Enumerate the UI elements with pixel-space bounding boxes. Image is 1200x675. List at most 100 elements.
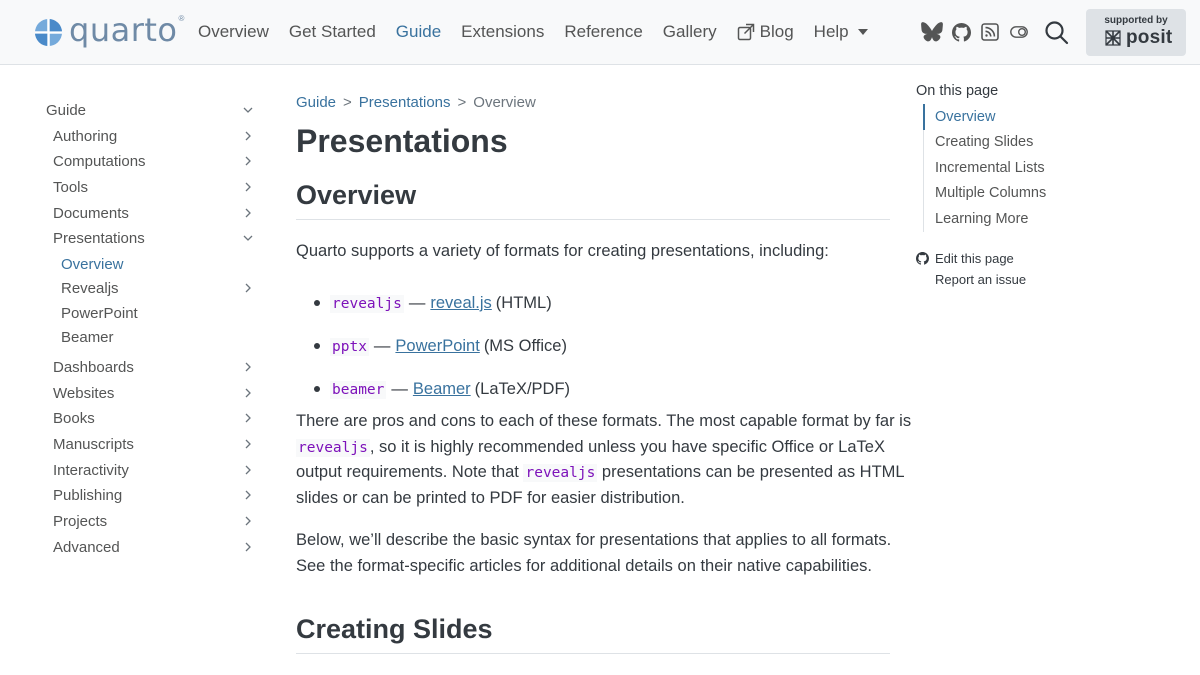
chevron-right-icon — [242, 361, 254, 373]
breadcrumb: Guide > Presentations > Overview — [296, 94, 536, 111]
sidebar-item-guide[interactable]: Guide — [0, 98, 270, 122]
intro-text: Quarto supports a variety of formats for… — [296, 242, 829, 260]
sidebar-item-books[interactable]: Books — [0, 406, 270, 430]
nav-icon-group — [920, 0, 1070, 64]
nav-get-started[interactable]: Get Started — [279, 22, 386, 42]
sidebar-item-label: Projects — [53, 512, 108, 530]
chevron-right-icon — [242, 515, 254, 527]
format-target: (LaTeX/PDF) — [474, 380, 571, 398]
beamer-link[interactable]: Beamer — [413, 380, 471, 399]
syntax-line-1: Below, we’ll describe the basic syntax f… — [296, 531, 892, 549]
format-list: revealjs — reveal.js (HTML) pptx — Power… — [314, 282, 890, 411]
chevron-right-icon — [242, 541, 254, 553]
sidebar-item-projects[interactable]: Projects — [0, 509, 270, 533]
toc-item-incremental-lists[interactable]: Incremental Lists — [923, 155, 1123, 181]
syntax-paragraph: Below, we’ll describe the basic syntax f… — [296, 528, 892, 579]
sidebar-item-beamer[interactable]: Beamer — [0, 325, 270, 349]
list-item: pptx — PowerPoint (MS Office) — [314, 325, 890, 368]
rss-icon[interactable] — [978, 20, 1002, 44]
nav-guide[interactable]: Guide — [386, 22, 451, 42]
main-nav: Overview Get Started Guide Extensions Re… — [188, 0, 878, 64]
pros-line-1: There are pros and cons to each of these… — [296, 412, 912, 430]
sidebar-item-label: PowerPoint — [61, 304, 138, 322]
edit-page-link[interactable]: Edit this page — [916, 248, 1026, 269]
toc-item-creating-slides[interactable]: Creating Slides — [923, 129, 1123, 155]
nav-blog-label: Blog — [759, 22, 794, 41]
caret-down-icon — [857, 29, 868, 35]
external-link-icon — [737, 23, 755, 41]
posit-sponsor-badge[interactable]: supported by posit — [1086, 9, 1186, 56]
chevron-right-icon — [242, 387, 254, 399]
sidebar-item-computations[interactable]: Computations — [0, 149, 270, 173]
nav-help-label: Help — [813, 22, 849, 41]
nav-reference-label: Reference — [564, 22, 643, 41]
sidebar-item-manuscripts[interactable]: Manuscripts — [0, 432, 270, 456]
sidebar-item-label: Publishing — [53, 486, 123, 504]
format-code: revealjs — [330, 294, 404, 313]
nav-blog[interactable]: Blog — [727, 22, 804, 42]
sidebar-item-dashboards[interactable]: Dashboards — [0, 355, 270, 379]
pros-line-2: revealjs, so it is highly recommended un… — [296, 435, 890, 461]
sidebar-item-label: Books — [53, 409, 95, 427]
toc-item-learning-more[interactable]: Learning More — [923, 206, 1123, 232]
sidebar-item-publishing[interactable]: Publishing — [0, 483, 270, 507]
search-icon[interactable] — [1042, 18, 1070, 46]
posit-wordmark: posit — [1126, 27, 1173, 48]
sidebar-item-label: Interactivity — [53, 461, 129, 479]
bullet-dot — [314, 386, 320, 392]
toggle-icon[interactable] — [1007, 20, 1031, 44]
nav-gallery[interactable]: Gallery — [653, 22, 727, 42]
sidebar-item-powerpoint[interactable]: PowerPoint — [0, 301, 270, 325]
sidebar-item-interactivity[interactable]: Interactivity — [0, 458, 270, 482]
toc-item-multiple-columns[interactable]: Multiple Columns — [923, 180, 1123, 206]
toc-item-overview[interactable]: Overview — [923, 104, 1123, 130]
sidebar-item-label: Websites — [53, 384, 115, 402]
chevron-right-icon — [242, 282, 254, 294]
report-issue-link[interactable]: Report an issue — [916, 269, 1026, 290]
chevron-right-icon — [242, 412, 254, 424]
sidebar-item-presentations[interactable]: Presentations — [0, 226, 270, 250]
nav-get-started-label: Get Started — [288, 22, 376, 41]
sidebar-item-revealjs[interactable]: Revealjs — [0, 276, 270, 300]
revealjs-link[interactable]: reveal.js — [430, 294, 491, 313]
intro-paragraph: Quarto supports a variety of formats for… — [296, 239, 890, 265]
top-navbar: quarto ® Overview Get Started Guide Exte… — [0, 0, 1200, 65]
sidebar-item-documents[interactable]: Documents — [0, 201, 270, 225]
nav-overview[interactable]: Overview — [188, 22, 279, 42]
sidebar-item-authoring[interactable]: Authoring — [0, 124, 270, 148]
sidebar-item-advanced[interactable]: Advanced — [0, 535, 270, 559]
nav-extensions-label: Extensions — [461, 22, 545, 41]
quarto-wordmark: quarto — [69, 11, 178, 49]
breadcrumb-guide[interactable]: Guide — [296, 94, 336, 111]
sidebar-item-label: Overview — [61, 255, 124, 273]
toc-list: Overview Creating Slides Incremental Lis… — [923, 104, 1123, 232]
em-dash: — — [408, 294, 426, 312]
edit-page-label: Edit this page — [935, 251, 1014, 266]
bullet-dot — [314, 300, 320, 306]
nav-extensions[interactable]: Extensions — [451, 22, 554, 42]
powerpoint-link[interactable]: PowerPoint — [395, 337, 479, 356]
github-icon[interactable] — [949, 20, 973, 44]
section-heading-overview: Overview — [296, 180, 890, 220]
bullet-dot — [314, 343, 320, 349]
chevron-right-icon — [242, 155, 254, 167]
chevron-right-icon — [242, 489, 254, 501]
sidebar-item-label: Presentations — [53, 229, 145, 247]
chevron-right-icon — [242, 130, 254, 142]
quarto-logo[interactable]: quarto ® — [34, 11, 184, 49]
breadcrumb-presentations[interactable]: Presentations — [359, 94, 451, 111]
sidebar-item-overview[interactable]: Overview — [0, 252, 270, 276]
pros-line-3-a: output requirements. Note that — [296, 463, 519, 481]
sidebar-item-tools[interactable]: Tools — [0, 175, 270, 199]
page-title: Presentations — [296, 123, 508, 159]
breadcrumb-separator: > — [457, 94, 467, 111]
supported-by-text: supported by — [1104, 15, 1168, 26]
chevron-right-icon — [242, 438, 254, 450]
sidebar-item-label: Advanced — [53, 538, 120, 556]
nav-reference[interactable]: Reference — [554, 22, 652, 42]
bluesky-icon[interactable] — [920, 20, 944, 44]
chevron-down-icon — [242, 232, 254, 244]
format-code: pptx — [330, 337, 369, 356]
nav-help-dropdown[interactable]: Help — [804, 22, 878, 42]
sidebar-item-websites[interactable]: Websites — [0, 381, 270, 405]
